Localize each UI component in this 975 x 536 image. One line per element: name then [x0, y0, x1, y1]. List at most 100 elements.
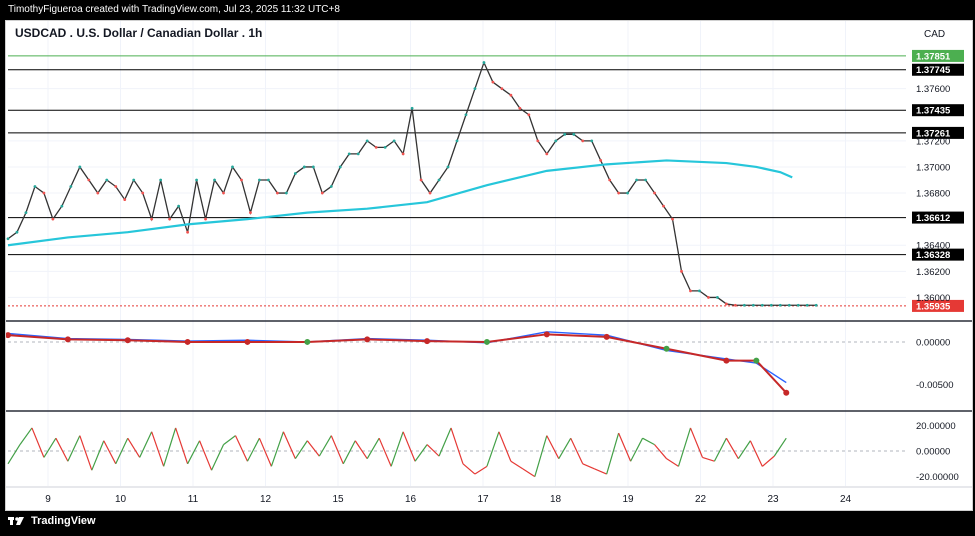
- x-tick-label: 12: [260, 494, 272, 505]
- price-point: [599, 159, 603, 162]
- price-point: [365, 139, 369, 143]
- oscillator2-tick-label: 20.00000: [916, 421, 956, 432]
- price-point: [518, 106, 522, 110]
- price-point: [644, 178, 647, 182]
- price-point: [222, 191, 225, 195]
- tradingview-logo-icon: [8, 517, 24, 525]
- oscillator1-cross-marker: [723, 357, 730, 364]
- price-point: [689, 289, 692, 293]
- price-point: [284, 191, 288, 195]
- price-point: [428, 191, 432, 195]
- price-point: [796, 303, 800, 307]
- chart-area[interactable]: 1.37851 1.37745 1.37435 1.37261 1.36612 1.363…: [5, 20, 973, 511]
- price-point: [114, 185, 118, 188]
- price-point: [177, 204, 181, 208]
- price-point: [751, 303, 755, 307]
- y-tick-label: 1.36000: [916, 293, 950, 304]
- price-point: [733, 303, 737, 307]
- price-point: [204, 217, 207, 221]
- x-tick-label: 9: [45, 494, 51, 505]
- price-point: [491, 80, 495, 84]
- price-point: [374, 145, 378, 149]
- price-point: [249, 211, 252, 215]
- oscillator1-cross-marker: [753, 357, 760, 364]
- oscillator1-cross-marker: [364, 336, 371, 343]
- price-point: [545, 152, 549, 156]
- price-point: [329, 185, 333, 188]
- x-tick-label: 17: [477, 494, 489, 505]
- brand-name: TradingView: [31, 515, 96, 527]
- x-tick-label: 15: [332, 494, 344, 505]
- x-tick-label: 23: [767, 494, 779, 505]
- tradingview-frame: TimothyFigueroa created with TradingView…: [0, 0, 975, 536]
- price-point: [302, 165, 306, 169]
- share-caption: TimothyFigueroa created with TradingView…: [8, 4, 340, 15]
- price-point: [213, 178, 216, 182]
- oscillator1-tick-label: 0.00000: [916, 337, 950, 348]
- oscillator1-cross-marker: [603, 333, 610, 340]
- x-tick-label: 11: [188, 494, 199, 505]
- price-point: [446, 165, 450, 169]
- price-point: [680, 269, 683, 273]
- y-tick-label: 1.37000: [916, 162, 950, 173]
- price-point: [141, 191, 145, 195]
- currency-label: CAD: [924, 29, 945, 40]
- price-point: [356, 152, 360, 156]
- price-point: [24, 211, 28, 215]
- price-point: [231, 165, 234, 169]
- oscillator1-cross-marker: [64, 336, 71, 343]
- price-point: [338, 165, 342, 169]
- price-point: [87, 178, 91, 182]
- x-tick-label: 18: [550, 494, 562, 505]
- x-tick-label: 10: [115, 494, 127, 505]
- level-price-label: 1.36612: [916, 213, 950, 224]
- oscillator1-cross-marker: [543, 331, 550, 338]
- price-point: [240, 178, 243, 182]
- price-point: [123, 198, 127, 201]
- price-point: [671, 217, 674, 221]
- price-point: [186, 230, 190, 234]
- tradingview-brand[interactable]: TradingView: [8, 515, 96, 527]
- x-tick-label: 24: [840, 494, 852, 505]
- price-point: [51, 217, 55, 221]
- price-point: [716, 296, 719, 299]
- price-point: [500, 87, 504, 91]
- price-point: [464, 113, 468, 117]
- price-point: [6, 237, 10, 241]
- price-point: [482, 61, 486, 64]
- price-point: [581, 139, 585, 143]
- price-point: [563, 132, 567, 136]
- oscillator1-cross-marker: [663, 345, 670, 352]
- y-tick-label: 1.37200: [916, 136, 950, 147]
- price-point: [590, 139, 594, 143]
- price-point: [814, 303, 818, 307]
- price-point: [617, 191, 621, 195]
- price-point: [392, 139, 396, 143]
- price-point: [707, 296, 710, 299]
- price-point: [311, 165, 315, 169]
- oscillator1-cross-marker: [304, 338, 311, 345]
- price-point: [401, 152, 405, 156]
- price-point: [410, 106, 414, 110]
- price-point: [698, 289, 701, 293]
- price-point: [527, 113, 531, 117]
- price-point: [33, 185, 37, 188]
- price-point: [419, 178, 423, 182]
- price-point: [725, 302, 728, 306]
- price-point: [320, 191, 324, 195]
- oscillator2-tick-label: -20.00000: [916, 472, 959, 483]
- x-tick-label: 16: [405, 494, 417, 505]
- price-point: [437, 178, 441, 182]
- price-point: [536, 139, 540, 143]
- chart-symbol-title: USDCAD . U.S. Dollar / Canadian Dollar .…: [15, 26, 262, 40]
- chart-canvas[interactable]: 1.378511.377451.374351.372611.366121.363…: [5, 21, 972, 510]
- price-point: [60, 204, 64, 208]
- price-point: [760, 303, 764, 307]
- price-point: [787, 303, 791, 307]
- price-point: [635, 178, 638, 182]
- price-point: [105, 178, 109, 182]
- price-point: [608, 178, 612, 182]
- price-point: [455, 139, 459, 143]
- level-price-label: 1.37851: [916, 51, 951, 62]
- price-point: [742, 303, 746, 307]
